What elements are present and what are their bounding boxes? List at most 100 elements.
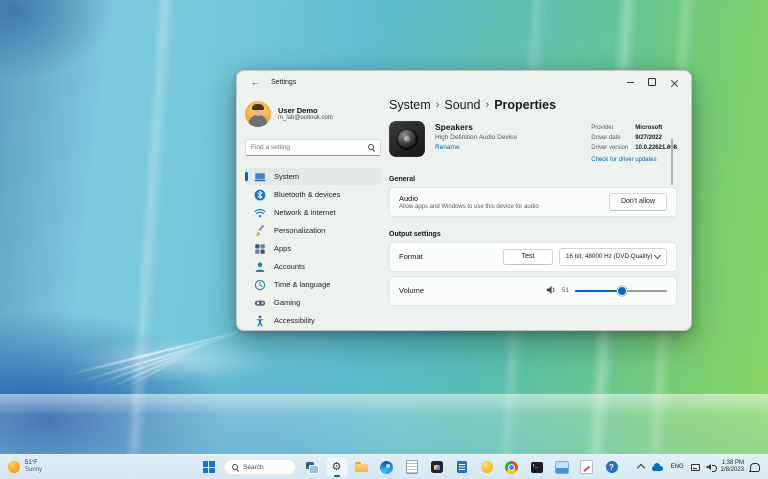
volume-slider[interactable]	[575, 286, 667, 296]
sidebar-item-label: Time & language	[274, 280, 330, 289]
maximize-button[interactable]	[641, 74, 663, 90]
taskbar-search-label: Search	[243, 464, 264, 471]
taskbar-center: Search ⚙ ?	[196, 456, 624, 478]
breadcrumb-separator: ›	[436, 99, 440, 111]
search-input[interactable]	[251, 144, 368, 151]
sidebar-item-label: Apps	[274, 244, 291, 253]
sidebar-item-network-internet[interactable]: Network & internet	[245, 204, 381, 221]
volume-setting-card: Volume 51	[389, 276, 677, 306]
sidebar-item-system[interactable]: System	[245, 168, 381, 185]
sidebar-item-accounts[interactable]: Accounts	[245, 258, 381, 275]
rename-link[interactable]: Rename	[435, 143, 517, 152]
sidebar-item-label: Bluetooth & devices	[274, 190, 340, 199]
wifi-icon	[254, 207, 266, 219]
breadcrumb-system[interactable]: System	[389, 98, 431, 112]
volume-icon[interactable]	[705, 463, 714, 471]
avatar	[245, 101, 271, 127]
person-icon	[254, 261, 266, 273]
close-icon	[671, 79, 678, 86]
sidebar-item-label: Personalization	[274, 226, 325, 235]
file-explorer-button[interactable]	[351, 457, 373, 477]
settings-search-box[interactable]	[245, 139, 381, 156]
weather-temperature: 51°F	[25, 460, 42, 467]
sticky-notes-icon	[481, 461, 493, 473]
sidebar-item-personalization[interactable]: Personalization	[245, 222, 381, 239]
test-button[interactable]: Test	[503, 249, 553, 265]
sidebar-item-bluetooth-devices[interactable]: Bluetooth & devices	[245, 186, 381, 203]
format-setting-card: Format Test 16 bit, 48000 Hz (DVD Qualit…	[389, 242, 677, 272]
task-view-button[interactable]	[301, 457, 323, 477]
provider-label: Provider	[591, 123, 635, 133]
minimize-button[interactable]	[619, 74, 641, 90]
breadcrumb-properties: Properties	[494, 98, 556, 112]
photos-icon	[555, 461, 569, 474]
sidebar-item-apps[interactable]: Apps	[245, 240, 381, 257]
paint-button[interactable]	[576, 457, 598, 477]
terminal-button[interactable]	[526, 457, 548, 477]
settings-app-button[interactable]: ⚙	[326, 457, 348, 477]
volume-value: 51	[562, 287, 569, 294]
notepad-button[interactable]	[401, 457, 423, 477]
window-title: Settings	[271, 79, 296, 86]
paint-icon	[580, 460, 593, 474]
sticky-notes-button[interactable]	[476, 457, 498, 477]
taskbar: 51°F Sunny Search ⚙ ? ENG 1:38 PM	[0, 454, 768, 479]
clock[interactable]: 1:38 PM 2/8/2023	[721, 460, 744, 475]
device-name: Speakers	[435, 121, 517, 133]
network-icon[interactable]	[691, 464, 700, 471]
notepad-icon	[406, 460, 418, 474]
dont-allow-button[interactable]: Don't allow	[609, 193, 667, 211]
format-dropdown-value: 16 bit, 48000 Hz (DVD Quality)	[566, 253, 655, 260]
close-button[interactable]	[663, 74, 685, 90]
sidebar-item-label: System	[274, 172, 299, 181]
search-icon	[232, 464, 239, 471]
audio-label: Audio	[399, 194, 539, 203]
taskbar-search[interactable]: Search	[224, 459, 296, 475]
start-button[interactable]	[198, 457, 220, 477]
sidebar-nav: System Bluetooth & devices Network & int…	[245, 168, 381, 329]
audio-setting-card: Audio Allow apps and Windows to use this…	[389, 187, 677, 217]
tray-time: 1:38 PM	[721, 460, 744, 468]
media-app-button[interactable]	[426, 457, 448, 477]
notification-bell-icon[interactable]	[750, 463, 760, 471]
driver-date-label: Driver date	[591, 133, 635, 143]
edge-button[interactable]	[376, 457, 398, 477]
sidebar-item-label: Accessibility	[274, 316, 315, 325]
device-description: High Definition Audio Device	[435, 133, 517, 142]
breadcrumb-separator: ›	[486, 99, 490, 111]
volume-slider-handle[interactable]	[617, 286, 627, 296]
active-indicator	[245, 172, 248, 181]
photos-button[interactable]	[551, 457, 573, 477]
user-email: m_lab@outlook.com	[278, 115, 333, 123]
word-button[interactable]	[451, 457, 473, 477]
back-button[interactable]: ←	[245, 74, 265, 90]
titlebar[interactable]: ← Settings	[237, 71, 691, 93]
content-scrollbar[interactable]	[671, 139, 674, 185]
onedrive-icon[interactable]	[651, 463, 664, 471]
check-driver-updates-link[interactable]: Check for driver updates	[591, 155, 677, 165]
user-name: User Demo	[278, 106, 333, 115]
general-section-title: General	[389, 176, 677, 183]
breadcrumb-sound[interactable]: Sound	[444, 98, 480, 112]
user-profile[interactable]: User Demo m_lab@outlook.com	[245, 101, 381, 127]
sidebar-item-label: Network & internet	[274, 208, 336, 217]
edge-icon	[380, 461, 393, 474]
driver-version-label: Driver version	[591, 143, 635, 153]
format-dropdown[interactable]: 16 bit, 48000 Hz (DVD Quality)	[559, 248, 667, 266]
sidebar: User Demo m_lab@outlook.com System Bluet…	[237, 93, 389, 326]
get-help-button[interactable]: ?	[601, 457, 623, 477]
tray-overflow-chevron-icon[interactable]	[636, 464, 644, 472]
sidebar-item-accessibility[interactable]: Accessibility	[245, 312, 381, 329]
bluetooth-icon	[254, 189, 266, 201]
search-icon	[368, 144, 375, 151]
system-tray: ENG 1:38 PM 2/8/2023	[638, 455, 760, 479]
language-indicator[interactable]: ENG	[671, 464, 684, 470]
audio-sublabel: Allow apps and Windows to use this devic…	[399, 204, 539, 210]
volume-speaker-icon	[546, 282, 557, 300]
tray-date: 2/8/2023	[721, 467, 744, 475]
chrome-button[interactable]	[501, 457, 523, 477]
sidebar-item-gaming[interactable]: Gaming	[245, 294, 381, 311]
weather-widget[interactable]: 51°F Sunny	[8, 455, 42, 479]
sidebar-item-time-language[interactable]: Time & language	[245, 276, 381, 293]
driver-date-value: 9/27/2022	[635, 133, 662, 143]
